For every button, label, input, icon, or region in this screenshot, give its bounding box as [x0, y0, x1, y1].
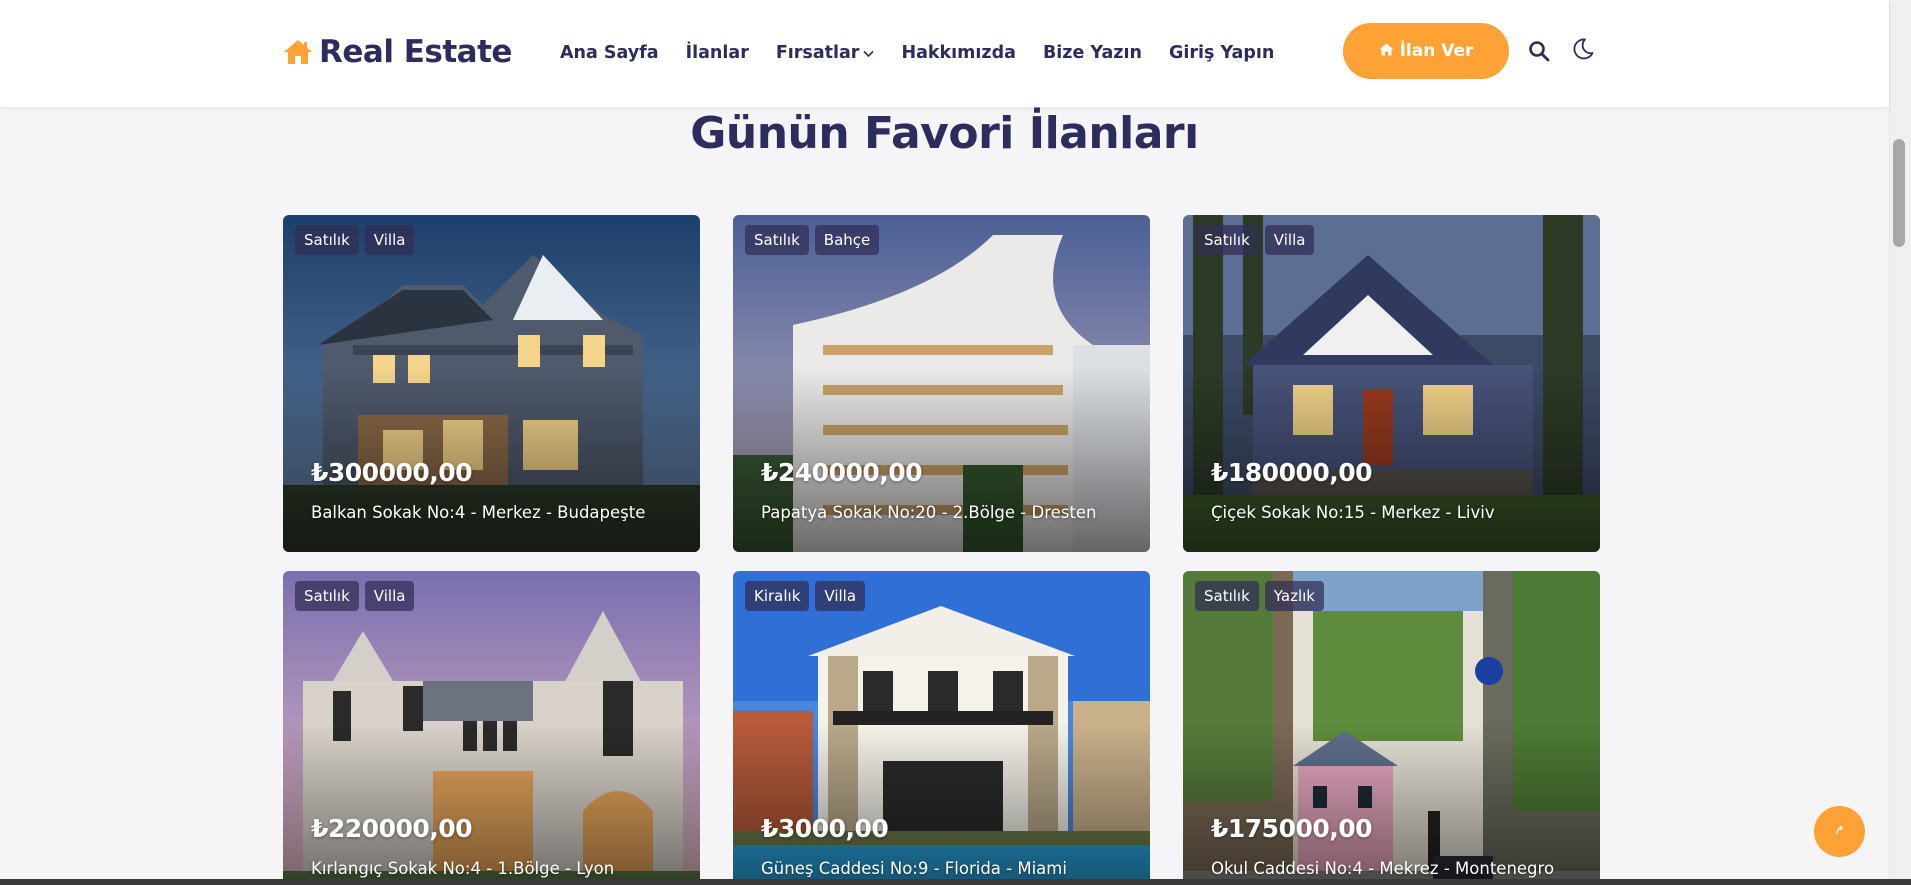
listing-price: ₺300000,00: [311, 458, 473, 487]
type-badge: Villa: [364, 225, 415, 255]
status-badge: Kiralık: [745, 581, 810, 611]
listing-address[interactable]: Balkan Sokak No:4 - Merkez - Budapeşte: [311, 503, 645, 522]
type-badge: Yazlık: [1264, 581, 1324, 611]
nav-login[interactable]: Giriş Yapın: [1169, 43, 1274, 63]
home-icon: [283, 39, 313, 65]
nav-listings[interactable]: İlanlar: [686, 43, 749, 63]
post-listing-label: İlan Ver: [1399, 41, 1474, 61]
status-badge: Satılık: [295, 581, 359, 611]
status-badge: Satılık: [1195, 225, 1259, 255]
nav-home[interactable]: Ana Sayfa: [560, 43, 659, 63]
brand-name: Real Estate: [319, 34, 512, 70]
listing-card[interactable]: Satılık Villa ₺220000,00 Kırlangıç Sokak…: [283, 571, 700, 885]
listing-tags: Satılık Villa: [1195, 225, 1315, 255]
type-badge: Villa: [364, 581, 415, 611]
arrow-up-icon: [1834, 824, 1846, 840]
main-nav: Ana Sayfa İlanlar Fırsatlar Hakkımızda B…: [560, 43, 1274, 63]
search-icon: [1528, 41, 1550, 65]
listing-tags: Satılık Villa: [295, 225, 415, 255]
listing-address[interactable]: Papatya Sokak No:20 - 2.Bölge - Dresten: [761, 503, 1096, 522]
listing-card[interactable]: Satılık Yazlık ₺175000,00 Okul Caddesi N…: [1183, 571, 1600, 885]
home-icon: [1379, 41, 1394, 61]
nav-opportunities[interactable]: Fırsatlar: [776, 43, 875, 63]
listing-tags: Satılık Yazlık: [1195, 581, 1324, 611]
status-badge: Satılık: [1195, 581, 1259, 611]
window-bottom-edge: [0, 879, 1911, 885]
listing-tags: Satılık Bahçe: [745, 225, 880, 255]
scrollbar-thumb[interactable]: [1893, 139, 1905, 247]
nav-contact[interactable]: Bize Yazın: [1043, 43, 1142, 63]
listing-card[interactable]: Satılık Bahçe ₺240000,00 Papatya Sokak N…: [733, 215, 1150, 552]
nav-opportunities-label: Fırsatlar: [775, 43, 860, 63]
moon-icon: [1571, 38, 1595, 64]
status-badge: Satılık: [745, 225, 809, 255]
listing-price: ₺240000,00: [761, 458, 923, 487]
listing-price: ₺180000,00: [1211, 458, 1373, 487]
listing-tags: Kiralık Villa: [745, 581, 866, 611]
scroll-to-top-button[interactable]: [1814, 806, 1865, 857]
listing-card[interactable]: Satılık Villa ₺180000,00 Çiçek Sokak No:…: [1183, 215, 1600, 552]
search-button[interactable]: [1528, 40, 1550, 65]
brand-logo[interactable]: Real Estate: [283, 34, 512, 70]
post-listing-button[interactable]: İlan Ver: [1343, 23, 1509, 79]
listing-card[interactable]: Kiralık Villa ₺3000,00 Güneş Caddesi No:…: [733, 571, 1150, 885]
status-badge: Satılık: [295, 225, 359, 255]
type-badge: Bahçe: [814, 225, 880, 255]
listing-address[interactable]: Okul Caddesi No:4 - Mekrez - Montenegro: [1211, 859, 1554, 878]
listing-address[interactable]: Kırlangıç Sokak No:4 - 1.Bölge - Lyon: [311, 859, 614, 878]
listing-price: ₺175000,00: [1211, 814, 1373, 843]
listing-tags: Satılık Villa: [295, 581, 415, 611]
type-badge: Villa: [815, 581, 866, 611]
listing-card[interactable]: Satılık Villa ₺300000,00 Balkan Sokak No…: [283, 215, 700, 552]
section-title: Günün Favori İlanları: [690, 108, 1199, 159]
listing-price: ₺220000,00: [311, 814, 473, 843]
navbar: Real Estate Ana Sayfa İlanlar Fırsatlar …: [0, 0, 1889, 107]
listing-price: ₺3000,00: [761, 814, 889, 843]
listing-address[interactable]: Çiçek Sokak No:15 - Merkez - Liviv: [1211, 503, 1495, 522]
chevron-down-icon: [863, 43, 875, 63]
nav-about[interactable]: Hakkımızda: [901, 43, 1016, 63]
type-badge: Villa: [1264, 225, 1315, 255]
listing-address[interactable]: Güneş Caddesi No:9 - Florida - Miami: [761, 859, 1067, 878]
theme-toggle-button[interactable]: [1571, 37, 1595, 64]
scrollbar-track[interactable]: [1889, 0, 1911, 885]
